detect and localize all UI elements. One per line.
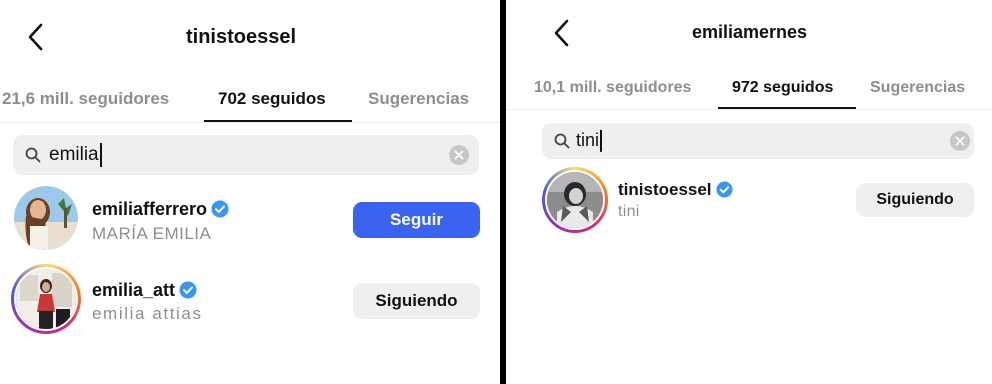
username: emilia_att [92,280,176,300]
search-value: emilia [49,144,99,166]
clear-icon [955,136,965,146]
full-name: MARÍA EMILIA [92,224,212,243]
avatar[interactable] [11,264,81,334]
right-screen: emiliamernes 10,1 mill. seguidores 972 s… [506,0,992,384]
tab-followers[interactable]: 10,1 mill. seguidores [534,79,691,97]
page-title: emiliamernes [692,22,808,42]
text-caret [600,130,603,153]
search-field[interactable]: tini [542,123,974,159]
follow-button[interactable]: Seguir [353,202,480,238]
username-row[interactable]: tinistoessel [618,180,733,200]
following-button[interactable]: Siguiendo [856,183,974,217]
tabs-divider [506,109,992,110]
full-name: emilia attias [92,304,203,323]
username-row[interactable]: emiliafferrero [92,199,229,220]
search-icon [25,147,41,163]
page-title: tinistoessel [186,26,297,48]
tab-following[interactable]: 702 seguidos [218,89,326,109]
search-input[interactable]: tini [576,129,603,153]
chevron-left-icon [554,19,569,47]
result-row[interactable]: tinistoessel tini Siguiendo [506,160,992,244]
full-name: tini [618,203,640,220]
clear-icon [454,150,464,160]
active-tab-indicator [718,107,856,109]
chevron-left-icon [28,23,43,51]
back-button[interactable] [552,18,576,48]
search-input[interactable]: emilia [49,143,102,167]
clear-search-button[interactable] [449,145,469,165]
verified-badge-icon [211,200,229,218]
tab-followers[interactable]: 21,6 mill. seguidores [2,89,169,109]
clear-search-button[interactable] [950,131,970,151]
text-caret [99,143,102,167]
tab-suggestions[interactable]: Sugerencias [870,79,965,97]
username: tinistoessel [618,180,712,199]
back-button[interactable] [26,22,50,52]
avatar[interactable] [542,167,608,233]
avatar[interactable] [14,186,78,250]
avatar-image [14,267,78,331]
username: emiliafferrero [92,199,208,219]
avatar-image [14,186,78,250]
search-value: tini [576,129,600,150]
username-row[interactable]: emilia_att [92,280,197,301]
tab-following[interactable]: 972 seguidos [732,79,833,97]
active-tab-indicator [204,120,352,122]
following-button[interactable]: Siguiendo [353,283,480,319]
verified-badge-icon [179,281,197,299]
tabs-divider [0,122,500,123]
left-screen: tinistoessel 21,6 mill. seguidores 702 s… [0,0,500,384]
result-row[interactable]: emilia_att emilia attias Siguiendo [0,259,500,343]
tab-suggestions[interactable]: Sugerencias [368,89,469,109]
result-row[interactable]: emiliafferrero MARÍA EMILIA Seguir [0,178,500,262]
verified-badge-icon [716,181,733,198]
avatar-image [545,170,605,230]
search-icon [554,133,570,149]
search-field[interactable]: emilia [13,135,479,175]
